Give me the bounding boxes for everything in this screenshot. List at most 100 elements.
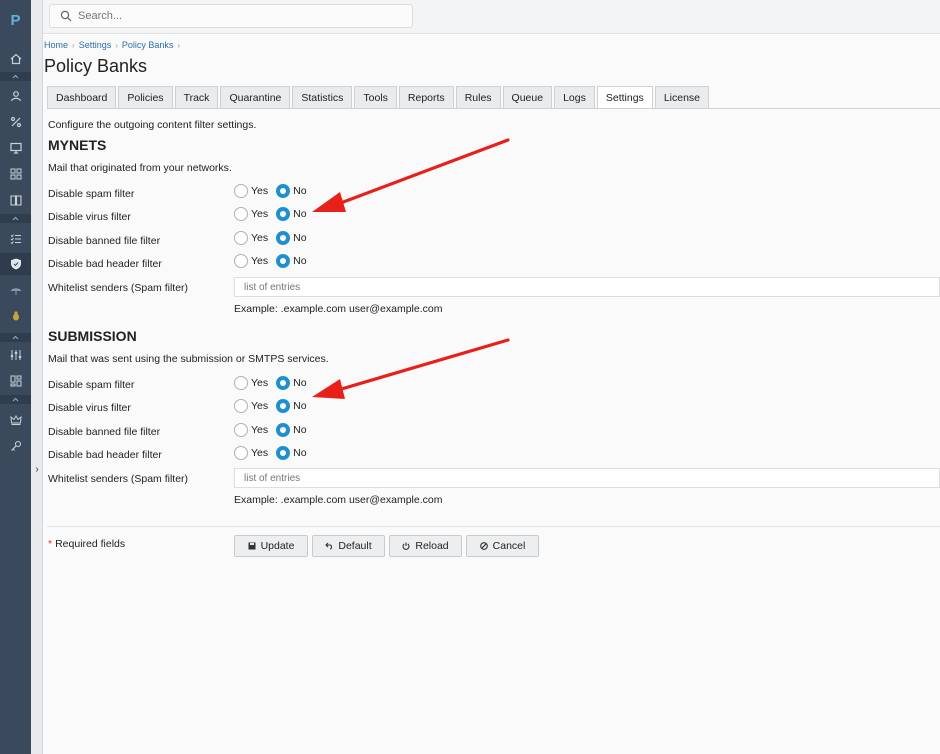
radio-yes[interactable] (234, 423, 248, 437)
field-label: Disable spam filter (48, 379, 135, 391)
field-label: Disable bad header filter (48, 449, 162, 461)
tab-quarantine[interactable]: Quarantine (220, 86, 291, 109)
chevron-right-icon: › (115, 40, 118, 50)
radio-group-bad-header: Yes No (234, 254, 315, 268)
page-title: Policy Banks (44, 56, 148, 76)
collapse-chevron-icon[interactable] (0, 395, 31, 404)
section-description: Mail that was sent using the submission … (48, 353, 329, 365)
intro-text: Configure the outgoing content filter se… (48, 119, 257, 131)
percent-icon[interactable] (0, 111, 31, 133)
tab-statistics[interactable]: Statistics (292, 86, 353, 109)
radio-yes[interactable] (234, 376, 248, 390)
tab-reports[interactable]: Reports (398, 86, 454, 109)
radio-group-banned: Yes No (234, 231, 315, 245)
breadcrumb-home[interactable]: Home (44, 40, 68, 50)
cancel-icon (479, 542, 488, 550)
field-label: Disable banned file filter (48, 235, 161, 247)
sidebar: P (0, 0, 31, 754)
radio-no[interactable] (276, 207, 291, 221)
radio-yes[interactable] (234, 446, 248, 460)
radio-no[interactable] (276, 254, 291, 268)
radio-yes[interactable] (234, 399, 248, 413)
power-icon (402, 542, 410, 550)
radio-yes[interactable] (234, 254, 248, 268)
tab-dashboard[interactable]: Dashboard (47, 86, 117, 109)
main-content (43, 35, 940, 754)
crown-icon[interactable] (0, 409, 31, 431)
bug-icon[interactable] (0, 305, 31, 327)
radio-no[interactable] (276, 399, 291, 413)
save-icon (248, 542, 256, 550)
section-title-submission: SUBMISSION (48, 328, 137, 344)
update-button[interactable]: Update (234, 535, 308, 557)
tab-queue[interactable]: Queue (502, 86, 553, 109)
tab-track[interactable]: Track (174, 86, 219, 109)
example-text: Example: .example.com user@example.com (234, 494, 443, 506)
expand-chevron-icon[interactable]: › (32, 463, 42, 475)
radio-group-virus: Yes No (234, 399, 315, 413)
whitelist-input[interactable] (234, 277, 940, 297)
whitelist-input[interactable] (234, 468, 940, 488)
home-icon[interactable] (0, 48, 31, 70)
reload-button[interactable]: Reload (389, 535, 462, 557)
tab-license[interactable]: License (654, 86, 710, 109)
required-star: * (48, 538, 53, 550)
search-icon (60, 10, 72, 22)
field-label: Disable spam filter (48, 188, 135, 200)
dashboard-icon[interactable] (0, 370, 31, 392)
shield-icon[interactable] (0, 253, 31, 275)
form-divider (47, 526, 940, 527)
collapse-chevron-icon[interactable] (0, 72, 31, 81)
breadcrumb-settings[interactable]: Settings (79, 40, 112, 50)
secondary-panel-strip (31, 0, 43, 754)
radio-yes[interactable] (234, 207, 248, 221)
radio-no[interactable] (276, 423, 291, 437)
tab-divider (47, 108, 940, 109)
radio-yes[interactable] (234, 184, 248, 198)
field-label: Disable virus filter (48, 402, 131, 414)
book-icon[interactable] (0, 189, 31, 211)
search-input[interactable] (78, 10, 398, 22)
search-box[interactable] (49, 4, 413, 28)
field-label: Disable virus filter (48, 211, 131, 223)
radio-yes[interactable] (234, 231, 248, 245)
field-label: Whitelist senders (Spam filter) (48, 473, 189, 485)
tab-bar: Dashboard Policies Track Quarantine Stat… (47, 86, 711, 110)
cancel-button[interactable]: Cancel (466, 535, 539, 557)
radio-group-spam: Yes No (234, 184, 315, 198)
chevron-right-icon: › (72, 40, 75, 50)
radio-group-virus: Yes No (234, 207, 315, 221)
undo-icon (325, 542, 333, 550)
radio-no[interactable] (276, 231, 291, 245)
field-label: Disable bad header filter (48, 258, 162, 270)
checklist-icon[interactable] (0, 228, 31, 250)
radio-no[interactable] (276, 446, 291, 460)
example-text: Example: .example.com user@example.com (234, 303, 443, 315)
collapse-chevron-icon[interactable] (0, 333, 31, 342)
tab-settings[interactable]: Settings (596, 86, 653, 110)
grid-icon[interactable] (0, 163, 31, 185)
section-description: Mail that originated from your networks. (48, 162, 232, 174)
tab-rules[interactable]: Rules (455, 86, 501, 109)
tab-tools[interactable]: Tools (354, 86, 397, 109)
breadcrumb-policy-banks[interactable]: Policy Banks (122, 40, 174, 50)
field-label: Whitelist senders (Spam filter) (48, 282, 189, 294)
umbrella-icon[interactable] (0, 280, 31, 302)
collapse-chevron-icon[interactable] (0, 214, 31, 223)
radio-group-spam: Yes No (234, 376, 315, 390)
radio-no[interactable] (276, 184, 291, 198)
radio-group-banned: Yes No (234, 423, 315, 437)
tab-logs[interactable]: Logs (554, 86, 595, 109)
radio-no[interactable] (276, 376, 291, 390)
required-fields-note: * Required fields (48, 538, 126, 550)
tab-policies[interactable]: Policies (118, 86, 173, 109)
key-icon[interactable] (0, 435, 31, 457)
breadcrumb: Home › Settings › Policy Banks › (44, 40, 184, 50)
sliders-icon[interactable] (0, 344, 31, 366)
user-icon[interactable] (0, 85, 31, 107)
field-label: Disable banned file filter (48, 426, 161, 438)
monitor-icon[interactable] (0, 137, 31, 159)
section-title-mynets: MYNETS (48, 137, 107, 153)
default-button[interactable]: Default (312, 535, 385, 557)
app-logo[interactable]: P (0, 0, 31, 40)
